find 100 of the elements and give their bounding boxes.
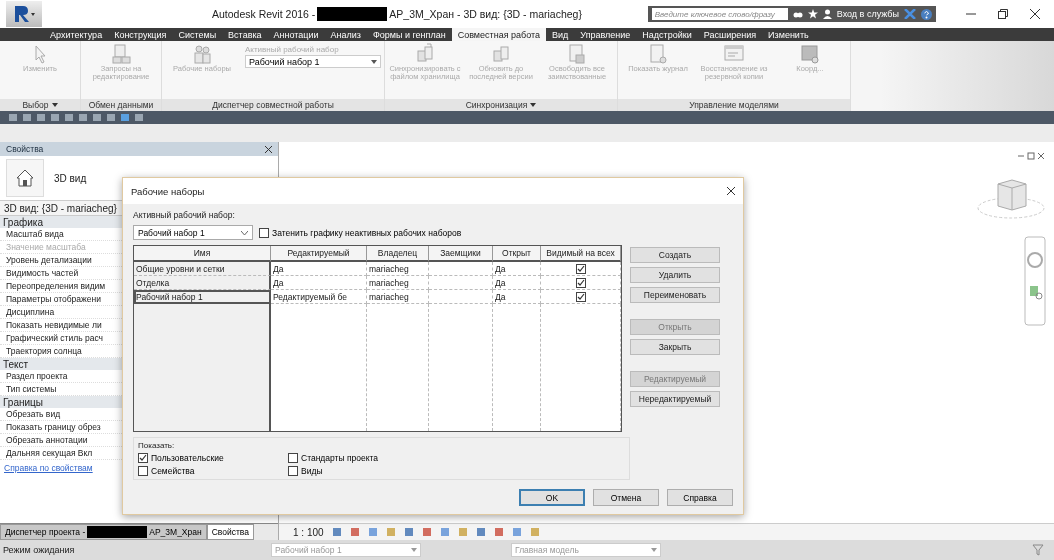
window-controls-icon[interactable] [1018,152,1046,160]
property-name: Уровень детализации [6,255,92,265]
dialog-button[interactable]: Создать [630,247,720,263]
checkbox[interactable] [259,227,269,238]
ribbon-tab[interactable]: Вид [546,28,575,41]
table-cell[interactable]: Да [493,262,541,276]
view-control-icon[interactable] [493,527,504,537]
table-cell[interactable]: Да [493,276,541,290]
dialog-title: Рабочие наборы [131,185,205,197]
show-option[interactable]: Виды [288,466,625,476]
navigation-bar[interactable] [1024,236,1046,326]
checkbox[interactable] [575,291,586,302]
search-field[interactable]: Введите ключевое слово/фразу [651,8,788,20]
app-menu-button[interactable] [6,1,42,27]
property-name: Значение масштаба [6,242,86,252]
dialog-button[interactable]: Удалить [630,267,720,283]
close-icon[interactable] [1030,9,1040,19]
show-option[interactable]: Пользовательские [138,453,288,463]
view-scale[interactable]: 1 : 100 [293,526,324,538]
restore-icon[interactable] [998,9,1008,19]
view-control-icon[interactable] [439,527,450,537]
show-option[interactable]: Стандарты проекта [288,453,625,463]
group-header[interactable]: Текст [3,358,29,370]
property-name: Дисциплина [6,307,55,317]
checkbox[interactable] [575,263,586,274]
x-logo-icon[interactable] [904,9,916,19]
type-name[interactable]: 3D вид [54,172,87,184]
view-control-icon[interactable] [349,527,360,537]
checkbox[interactable] [288,466,298,476]
user-icon[interactable] [822,9,832,19]
property-name: Траектория солнца [6,346,82,356]
dialog-button[interactable]: OK [519,489,585,506]
table-cell[interactable]: Да [271,276,367,290]
ribbon-tab[interactable]: Совместная работа [451,28,546,41]
ribbon-tab[interactable]: Надстройки [636,28,698,41]
combo-label: Активный рабочий набор [245,45,340,54]
table-cell [429,262,493,276]
star-icon[interactable] [807,9,818,19]
property-name: Обрезать вид [6,409,61,419]
table-cell: mariacheg [367,262,429,276]
ribbon-tab[interactable]: Изменить [762,28,815,41]
view-control-icon[interactable] [421,527,432,537]
ribbon-tab[interactable]: Системы [172,28,223,41]
panel-tab[interactable]: Диспетчер проекта - AP_3M_Хран [0,524,207,540]
close-icon[interactable] [265,145,272,153]
dialog-button[interactable]: Закрыть [630,339,720,355]
sign-in-link[interactable]: Вход в службы [836,9,899,19]
workset-dropdown[interactable]: Рабочий набор 1 [245,55,381,68]
checkbox[interactable] [288,453,298,463]
close-icon[interactable] [727,187,735,195]
checkbox[interactable] [138,466,148,476]
ribbon-tab[interactable]: Вставка [222,28,268,41]
caret-icon[interactable] [530,103,537,107]
help-link[interactable]: Справка по свойствам [4,463,93,473]
property-name: Видимость частей [6,268,79,278]
dialog-button[interactable]: Переименовать [630,287,720,303]
property-name: Обрезать аннотации [6,435,88,445]
ribbon-tab[interactable]: Архитектура [44,28,109,41]
checkbox[interactable] [575,277,586,288]
column-header[interactable]: Открыт [493,246,541,262]
ribbon-tab[interactable]: Конструкция [108,28,173,41]
view-control-icon[interactable] [367,527,378,537]
workset-name-cell[interactable]: Рабочий набор 1 [134,290,271,304]
view-control-icon[interactable] [331,527,342,537]
group-header[interactable]: Графика [3,216,43,228]
caret-icon[interactable] [51,103,58,107]
view-control-icon[interactable] [457,527,468,537]
view-control-icon[interactable] [529,527,540,537]
table-cell: mariacheg [367,290,429,304]
column-header[interactable]: Редактируемый [271,246,367,262]
view-control-icon[interactable] [403,527,414,537]
table-cell[interactable]: Редактируемый бе [271,290,367,304]
workset-name-cell[interactable]: Отделка [134,276,271,290]
table-cell[interactable]: Да [271,262,367,276]
ribbon-tab[interactable]: Аннотации [267,28,325,41]
column-header[interactable]: Имя [134,246,271,262]
view-control-icon[interactable] [475,527,486,537]
group-header[interactable]: Границы [3,396,43,408]
dialog-button[interactable]: Отмена [593,489,659,506]
ribbon-tab[interactable]: Управление [574,28,637,41]
filter-icon[interactable] [1032,544,1044,556]
panel-tab[interactable]: Свойства [206,524,254,540]
help-icon[interactable] [921,8,932,20]
column-header[interactable]: Владелец [367,246,429,262]
column-header[interactable]: Заемщики [429,246,493,262]
workset-dropdown[interactable]: Рабочий набор 1 [133,225,253,240]
column-header[interactable]: Видимый на всех [541,246,621,262]
workset-name-cell[interactable]: Общие уровни и сетки [134,262,271,276]
ribbon-tab[interactable]: Формы и генплан [366,28,452,41]
checkbox[interactable] [138,453,148,463]
dialog-button[interactable]: Справка [667,489,733,506]
table-cell[interactable]: Да [493,290,541,304]
ribbon-tab[interactable]: Анализ [324,28,367,41]
dialog-button[interactable]: Нередактируемый [630,391,720,407]
view-control-icon[interactable] [385,527,396,537]
property-name: Тип системы [6,384,57,394]
ribbon-tab[interactable]: Расширения [697,28,763,41]
property-name: Дальняя секущая Вкл [6,448,93,458]
show-option[interactable]: Семейства [138,466,288,476]
view-control-icon[interactable] [511,527,522,537]
